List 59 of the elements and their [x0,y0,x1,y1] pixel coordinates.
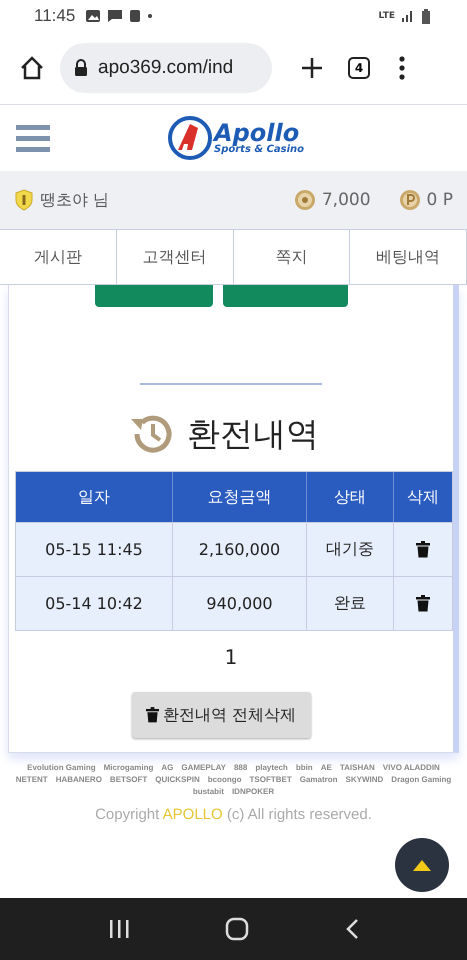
signal-icon [401,10,415,22]
dot-icon [147,13,154,19]
provider-logo: AG [161,763,174,772]
provider-logo: bcoongo [208,775,242,784]
provider-logo: GAMEPLAY [181,763,226,772]
provider-logo: HABANERO [56,775,102,784]
point-coin-icon [398,189,421,211]
user-name: 땡초야 님 [40,190,110,210]
section-title: 환전내역 [187,412,319,454]
provider-logo: AE [320,763,332,772]
table-cell: 완료 [307,577,394,630]
network-label: LTE [378,11,395,21]
provider-logo: Dragon Gaming [391,775,452,784]
recent-apps-icon[interactable] [108,919,130,939]
column-header: 삭제 [406,486,440,508]
money-amount: 7,000 [322,190,371,210]
up-triangle-icon [413,860,431,870]
chat-icon [107,9,124,23]
status-time: 11:45 [34,6,76,26]
provider-logo: TAISHAN [340,763,375,772]
delete-all-button[interactable]: 환전내역 전체삭제 [132,692,310,738]
provider-logo: bbin [296,763,313,772]
address-bar[interactable]: apo369.com/ind [60,43,272,93]
more-icon[interactable] [398,56,406,80]
table-cell: 05-14 10:42 [16,577,173,630]
provider-logo: Microgaming [104,763,154,772]
logo-emblem-icon [168,116,212,160]
provider-logo: bustabit [192,787,224,796]
table-cell: 940,000 [173,577,307,630]
provider-logo: Gamatron [300,775,338,784]
coin-icon [294,189,316,211]
provider-logo: 888 [234,763,248,772]
plus-icon[interactable] [300,56,324,80]
provider-logo: IDNPOKER [232,787,274,796]
provider-logo: NETENT [16,775,48,784]
points-amount: 0 P [426,190,453,210]
provider-logo: playtech [255,763,288,772]
scroll-top-button[interactable] [395,838,449,892]
provider-logo: BETSOFT [110,775,148,784]
back-icon[interactable] [345,918,360,940]
page-number[interactable]: 1 [224,645,238,671]
trash-icon[interactable] [416,541,430,558]
provider-logo: Evolution Gaming [27,763,96,772]
tab-count-button[interactable]: 4 [348,57,370,79]
lock-icon [74,59,88,77]
copyright-text: Copyright APOLLO (c) All rights reserved. [94,806,373,823]
provider-logo: SKYWIND [346,775,384,784]
shield-icon [14,189,34,211]
trash-icon [146,707,159,723]
battery-icon [421,8,431,24]
home-button-icon[interactable] [225,917,250,941]
provider-logo: TSOFTBET [250,775,292,784]
provider-logo: QUICKSPIN [155,775,200,784]
trash-icon[interactable] [416,595,430,612]
logo-title: Apollo [214,121,300,145]
image-icon [85,9,102,23]
provider-logo: VIVO ALADDIN [382,763,440,772]
menu-icon[interactable] [16,123,50,153]
logo-subtitle: Sports & Casino [214,145,304,155]
